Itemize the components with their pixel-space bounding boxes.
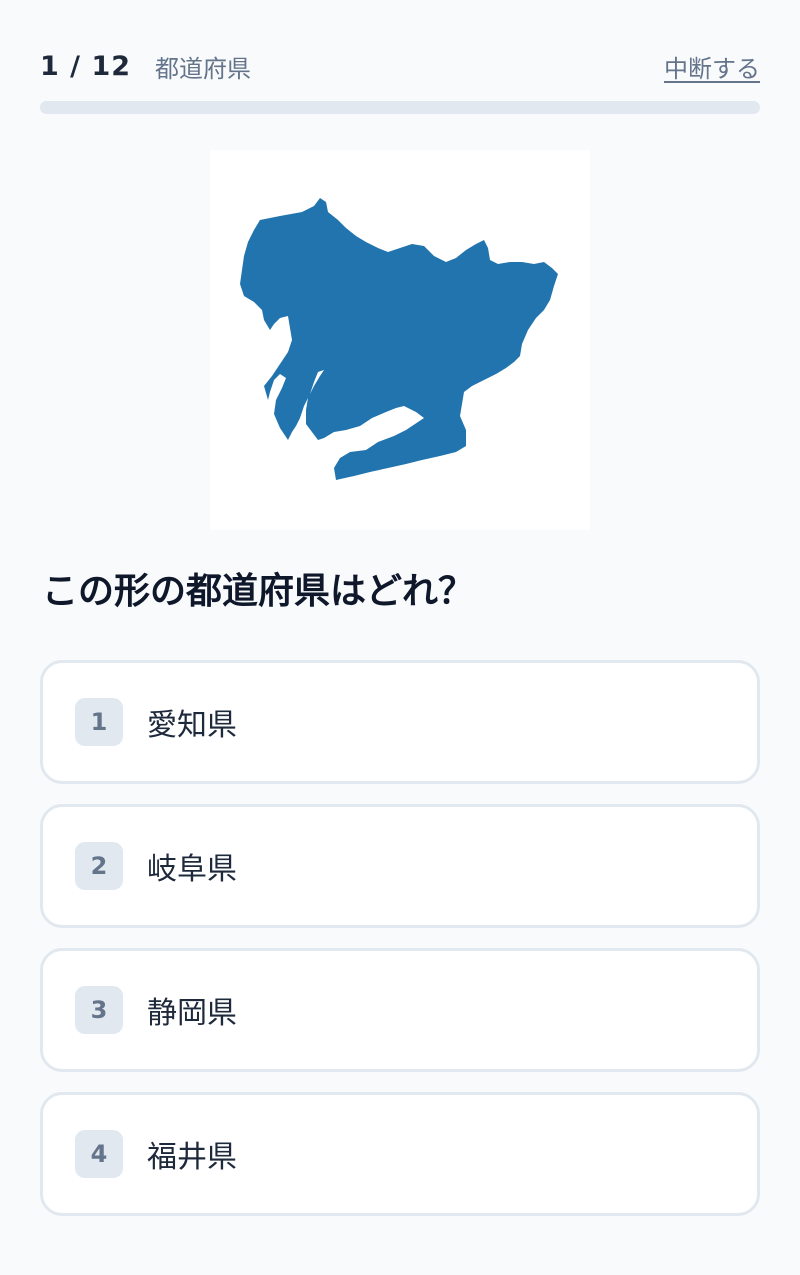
option-label: 愛知県 xyxy=(147,708,237,743)
answer-option-2[interactable]: 2 岐阜県 xyxy=(40,804,760,928)
answer-option-3[interactable]: 3 静岡県 xyxy=(40,948,760,1072)
answer-option-4[interactable]: 4 福井県 xyxy=(40,1092,760,1216)
progress-bar-fill xyxy=(40,101,100,114)
option-label: 岐阜県 xyxy=(147,852,237,887)
aichi-prefecture-map-icon xyxy=(240,198,558,480)
question-counter: 1 / 12 xyxy=(40,50,132,82)
answer-option-1[interactable]: 1 愛知県 xyxy=(40,660,760,784)
option-number-badge: 1 xyxy=(75,698,123,746)
answer-options: 1 愛知県 2 岐阜県 3 静岡県 4 福井県 xyxy=(40,660,760,1236)
option-number-badge: 3 xyxy=(75,986,123,1034)
prefecture-map xyxy=(210,150,590,530)
question-text: この形の都道府県はどれ？ xyxy=(42,571,475,612)
quit-button[interactable]: 中断する xyxy=(664,49,760,84)
quiz-header: 1 / 12 都道府県 中断する xyxy=(40,40,760,92)
option-number-badge: 4 xyxy=(75,1130,123,1178)
progress-bar xyxy=(40,101,760,114)
option-label: 静岡県 xyxy=(147,996,237,1031)
option-number-badge: 2 xyxy=(75,842,123,890)
quiz-category: 都道府県 xyxy=(155,54,252,83)
quiz-page: 1 / 12 都道府県 中断する この形の都道府県はどれ？ 1 愛知県 2 岐阜… xyxy=(0,0,800,1275)
option-label: 福井県 xyxy=(147,1140,237,1175)
